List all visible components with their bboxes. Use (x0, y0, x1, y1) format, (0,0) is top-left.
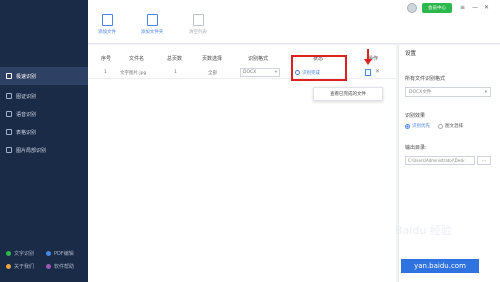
sidebar-item-label: 表格识别 (16, 129, 37, 136)
row-filename: 文字图片.jpg (120, 71, 147, 76)
minimize-icon[interactable]: — (472, 4, 478, 11)
delete-icon[interactable]: ✕ (375, 68, 380, 75)
col-format: 识别格式 (248, 56, 269, 62)
browse-button[interactable]: ... (477, 156, 491, 165)
fast-recognition-icon (6, 73, 12, 79)
partial-image-icon (6, 147, 12, 153)
sidebar-item-label: 语音识别 (16, 111, 37, 118)
red-arrow-icon (364, 59, 372, 65)
format-select[interactable]: DOCX ▾ (240, 68, 280, 77)
row-index: 1 (104, 70, 107, 75)
help-link[interactable]: 软件帮助 (46, 263, 86, 270)
menu-icon[interactable]: ≡ (460, 4, 465, 11)
table-row[interactable]: 1 文字图片.jpg 1 全部 DOCX ▾ 识别完成 ✕ (88, 67, 396, 79)
sidebar-bottom-row-1: 文字识别 PDF编辑 (6, 250, 86, 257)
sidebar-bottom-row-2: 关于我们 软件帮助 (6, 263, 86, 270)
tooltip: 查看已完成的文件 (313, 87, 383, 101)
add-file-label: 添加文件 (98, 30, 116, 35)
clear-list-label: 清空列表 (189, 30, 207, 35)
col-index: 序号 (101, 56, 112, 62)
row-page-select[interactable]: 全部 (208, 70, 217, 76)
format-label: 所有文件识别格式 (405, 76, 446, 82)
radio-recognition-priority[interactable] (405, 123, 410, 129)
add-file-button[interactable]: 添加文件 (92, 14, 122, 35)
pdf-edit-icon (46, 251, 51, 256)
sidebar-item-voice[interactable]: 语音识别 (0, 105, 88, 123)
chevron-down-icon: ▾ (274, 70, 277, 75)
sidebar-item-fast-recognition[interactable]: 极速识别 (0, 67, 88, 85)
output-path-input[interactable]: C:\Users\Administrator\Desk (405, 156, 475, 165)
link-label: 软件帮助 (54, 264, 75, 270)
chevron-down-icon: ▾ (484, 90, 487, 95)
col-pages: 总页数 (167, 56, 183, 62)
format-select-value: DOCX (243, 70, 257, 75)
open-folder-icon[interactable] (365, 69, 371, 76)
toolbar: 添加文件 添加文件夹 清空列表 会员中心 ≡ — ✕ (88, 0, 500, 44)
watermark-tag: yan.baidu.com (401, 259, 479, 273)
sidebar-item-partial-image[interactable]: 图片局部识别 (0, 141, 88, 159)
sidebar-item-certificate[interactable]: 图证识别 (0, 87, 88, 105)
baidu-watermark: Baidu 经验 (395, 224, 452, 237)
add-file-icon (101, 14, 113, 26)
sidebar-item-label: 图证识别 (16, 93, 37, 100)
col-filename: 文件名 (129, 56, 145, 62)
output-label: 输出目录: (405, 145, 427, 151)
settings-panel: 设置 所有文件识别格式 DOCX文件 ▾ 识别效果 识别优先 图文混排 输出目录… (398, 45, 500, 282)
sidebar-item-label: 极速识别 (16, 73, 37, 80)
effect-radio-group: 识别优先 图文混排 (405, 123, 463, 129)
certificate-icon (6, 93, 12, 99)
text-recognition-link[interactable]: 文字识别 (6, 250, 46, 257)
link-label: 文字识别 (14, 251, 35, 257)
file-table: 序号 文件名 总页数 页数选择 识别格式 状态 操作 1 文字图片.jpg 1 … (88, 45, 396, 282)
col-page-select: 页数选择 (202, 56, 223, 62)
add-folder-button[interactable]: 添加文件夹 (137, 14, 167, 35)
help-icon (46, 264, 51, 269)
table-header: 序号 文件名 总页数 页数选择 识别格式 状态 操作 (88, 55, 396, 65)
effect-label: 识别效果 (405, 113, 426, 119)
link-label: PDF编辑 (54, 251, 74, 257)
settings-title: 设置 (405, 51, 417, 57)
global-format-value: DOCX文件 (409, 90, 432, 95)
about-us-icon (6, 264, 11, 269)
table-icon (6, 129, 12, 135)
close-icon[interactable]: ✕ (484, 4, 489, 11)
clear-list-button[interactable]: 清空列表 (183, 14, 213, 35)
add-folder-label: 添加文件夹 (140, 30, 164, 35)
sidebar-item-table[interactable]: 表格识别 (0, 123, 88, 141)
global-format-select[interactable]: DOCX文件 ▾ (405, 87, 491, 97)
sidebar: 极速识别 图证识别 语音识别 表格识别 图片局部识别 文字识别 PDF编辑 关于… (0, 0, 88, 282)
clear-list-icon (192, 14, 204, 26)
pdf-edit-link[interactable]: PDF编辑 (46, 250, 86, 257)
text-recognition-icon (6, 251, 11, 256)
add-folder-icon (146, 14, 158, 26)
sidebar-item-label: 图片局部识别 (16, 147, 47, 154)
row-pages: 1 (174, 70, 177, 75)
about-us-link[interactable]: 关于我们 (6, 263, 46, 270)
status-highlight-box (291, 55, 347, 81)
radio-label: 图文混排 (445, 124, 463, 129)
voice-icon (6, 111, 12, 117)
radio-label: 识别优先 (412, 124, 430, 129)
user-avatar[interactable] (407, 3, 417, 13)
link-label: 关于我们 (14, 264, 35, 270)
radio-mixed-layout[interactable] (438, 123, 443, 129)
member-center-button[interactable]: 会员中心 (422, 3, 452, 13)
